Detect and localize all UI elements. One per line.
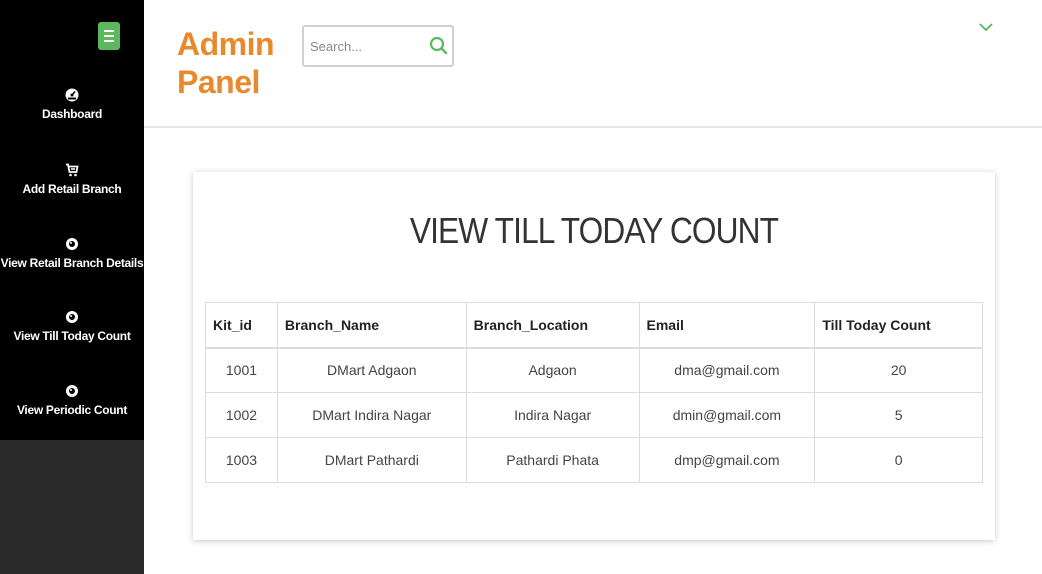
column-header-email: Email (638, 302, 816, 349)
content-card: VIEW TILL TODAY COUNT Kit_id Branch_Name… (193, 172, 995, 540)
search-box (302, 25, 454, 67)
cell-email: dmin@gmail.com (638, 392, 816, 438)
cell-kit-id: 1003 (205, 437, 278, 483)
hamburger-icon (104, 30, 114, 42)
sidebar-item-view-periodic-count[interactable]: View Periodic Count (0, 384, 144, 417)
cell-branch-name: DMart Pathardi (276, 437, 467, 483)
column-header-branch-location: Branch_Location (465, 302, 640, 349)
cell-till-today-count: 0 (814, 437, 983, 483)
column-header-till-today-count: Till Today Count (814, 302, 983, 349)
cell-branch-name: DMart Adgaon (276, 347, 467, 393)
sidebar-item-view-till-today-count[interactable]: View Till Today Count (0, 310, 144, 343)
top-header: Admin Panel (144, 0, 1042, 128)
table-row: 1003 DMart Pathardi Pathardi Phata dmp@g… (205, 437, 983, 483)
column-header-kit-id: Kit_id (205, 302, 278, 349)
till-today-count-table: Kit_id Branch_Name Branch_Location Email… (205, 302, 983, 483)
brand-line-2: Panel (177, 64, 260, 100)
cell-till-today-count: 5 (814, 392, 983, 438)
cell-kit-id: 1001 (205, 347, 278, 393)
cell-email: dmp@gmail.com (638, 437, 816, 483)
sidebar-item-dashboard[interactable]: Dashboard (0, 88, 144, 121)
user-menu-dropdown[interactable] (976, 20, 996, 36)
cell-kit-id: 1002 (205, 392, 278, 438)
eye-icon (0, 237, 144, 255)
dashboard-icon (0, 88, 144, 106)
search-button[interactable] (428, 35, 450, 57)
sidebar-item-add-retail-branch[interactable]: Add Retail Branch (0, 163, 144, 196)
sidebar-menu: Dashboard Add Retail Branch View Retail … (0, 0, 144, 440)
search-icon (429, 36, 448, 55)
table-row: 1002 DMart Indira Nagar Indira Nagar dmi… (205, 392, 983, 438)
brand-logo: Admin Panel (177, 25, 275, 101)
cart-icon (0, 163, 144, 181)
page-title: VIEW TILL TODAY COUNT (409, 210, 779, 251)
sidebar-item-view-retail-branch-details[interactable]: View Retail Branch Details (0, 237, 144, 270)
table-row: 1001 DMart Adgaon Adgaon dma@gmail.com 2… (205, 347, 983, 393)
eye-icon (0, 310, 144, 328)
eye-icon (0, 384, 144, 402)
cell-email: dma@gmail.com (638, 347, 816, 393)
chevron-down-icon (979, 23, 993, 32)
menu-toggle-button[interactable] (98, 22, 120, 50)
sidebar: Dashboard Add Retail Branch View Retail … (0, 0, 144, 574)
brand-line-1: Admin (177, 26, 275, 62)
search-input[interactable] (310, 35, 420, 57)
cell-branch-location: Indira Nagar (465, 392, 640, 438)
cell-till-today-count: 20 (814, 347, 983, 393)
column-header-branch-name: Branch_Name (276, 302, 467, 349)
cell-branch-name: DMart Indira Nagar (276, 392, 467, 438)
table-header-row: Kit_id Branch_Name Branch_Location Email… (205, 302, 983, 349)
cell-branch-location: Adgaon (465, 347, 640, 393)
cell-branch-location: Pathardi Phata (465, 437, 640, 483)
